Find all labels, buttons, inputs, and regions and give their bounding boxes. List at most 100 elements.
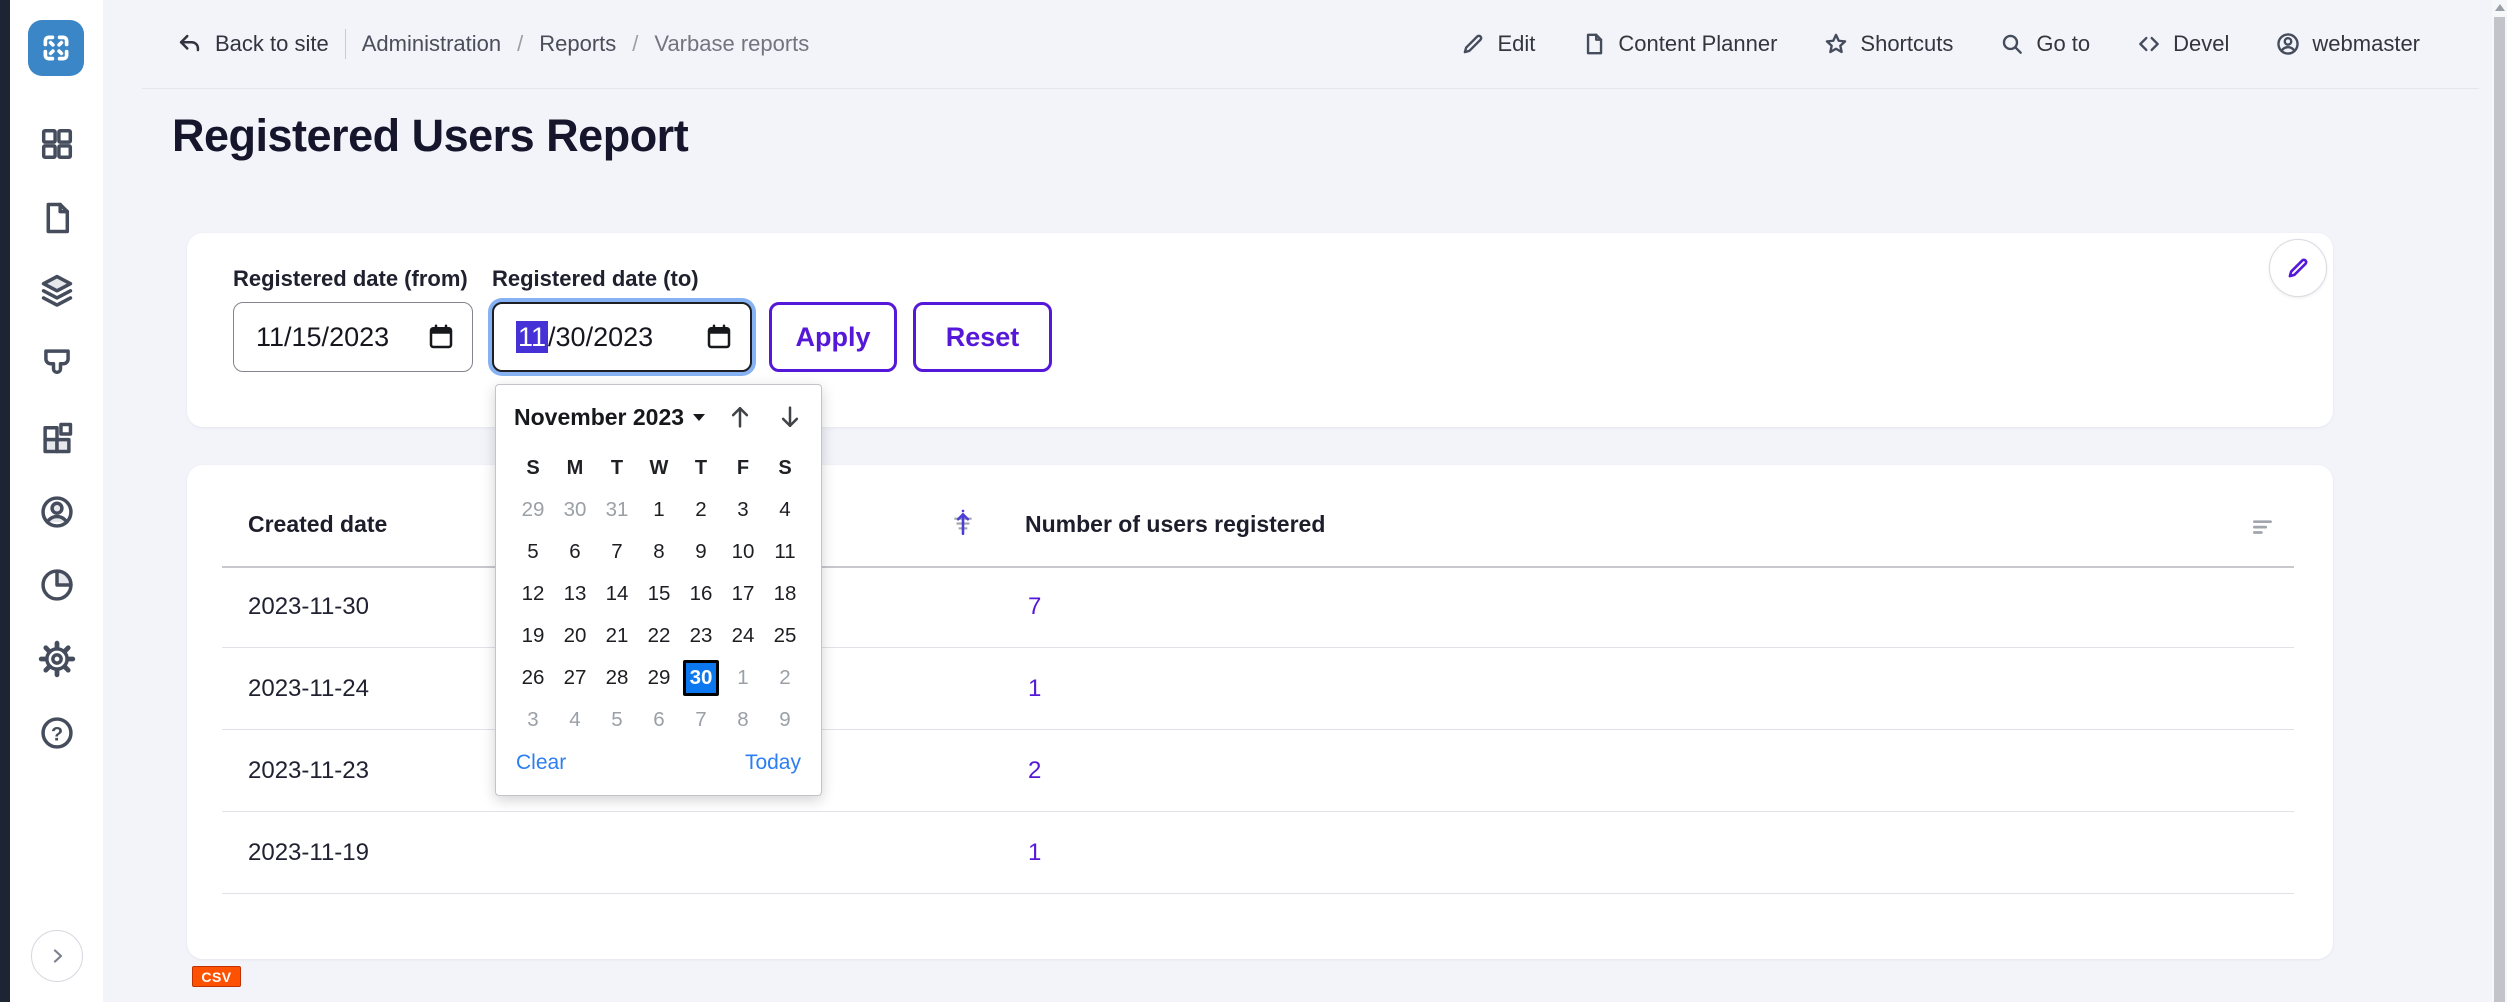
sort-ascending-icon[interactable]: [950, 509, 976, 537]
calendar-day[interactable]: 23: [680, 615, 722, 657]
csv-export-link[interactable]: CSV: [192, 966, 241, 987]
calendar-day[interactable]: 17: [722, 573, 764, 615]
calendar-day[interactable]: 9: [764, 699, 806, 741]
chevron-right-icon: [45, 944, 69, 968]
calendar-day[interactable]: 18: [764, 573, 806, 615]
calendar-day[interactable]: 7: [680, 699, 722, 741]
created-date-cell: 2023-11-30: [248, 593, 369, 621]
apply-button[interactable]: Apply: [769, 302, 897, 372]
calendar-day[interactable]: 8: [638, 531, 680, 573]
admin-sidebar: ?: [10, 0, 103, 1002]
users-registered-column-header[interactable]: Number of users registered: [1025, 511, 1325, 538]
calendar-day[interactable]: 8: [722, 699, 764, 741]
calendar-day[interactable]: 16: [680, 573, 722, 615]
calendar-day[interactable]: 2: [764, 657, 806, 699]
calendar-day[interactable]: 11: [764, 531, 806, 573]
calendar-days-grid: 2930311234567891011121314151617181920212…: [512, 489, 806, 741]
calendar-day[interactable]: 4: [764, 489, 806, 531]
date-picker-footer: Clear Today: [516, 751, 801, 775]
extend-blocks-icon[interactable]: [37, 418, 77, 458]
edit-menu-item[interactable]: Edit: [1460, 31, 1535, 57]
calendar-day[interactable]: 6: [638, 699, 680, 741]
calendar-day[interactable]: 5: [596, 699, 638, 741]
calendar-day[interactable]: 1: [638, 489, 680, 531]
calendar-icon: [704, 322, 734, 352]
content-file-icon[interactable]: [37, 198, 77, 238]
calendar-day[interactable]: 20: [554, 615, 596, 657]
breadcrumb-administration[interactable]: Administration: [362, 31, 501, 57]
calendar-day[interactable]: 12: [512, 573, 554, 615]
registered-count-link[interactable]: 7: [1028, 593, 1041, 621]
calendar-day[interactable]: 29: [638, 657, 680, 699]
registered-count-link[interactable]: 1: [1028, 675, 1041, 703]
appearance-paint-icon[interactable]: [37, 343, 77, 383]
calendar-day[interactable]: 22: [638, 615, 680, 657]
calendar-day[interactable]: 4: [554, 699, 596, 741]
calendar-day[interactable]: 13: [554, 573, 596, 615]
today-link[interactable]: Today: [745, 751, 801, 775]
configuration-gear-icon[interactable]: [37, 639, 77, 679]
table-options-icon[interactable]: [2250, 513, 2276, 539]
sidebar-expand-button[interactable]: [31, 930, 83, 982]
calendar-day[interactable]: 28: [596, 657, 638, 699]
calendar-day[interactable]: 10: [722, 531, 764, 573]
varbase-logo-icon[interactable]: [28, 20, 84, 76]
calendar-day[interactable]: 5: [512, 531, 554, 573]
calendar-day[interactable]: 29: [512, 489, 554, 531]
go-to-menu-item[interactable]: Go to: [1999, 31, 2090, 57]
scrollbar-thumb[interactable]: [2494, 17, 2505, 1002]
devel-menu-item[interactable]: Devel: [2136, 31, 2229, 57]
shortcuts-menu-item[interactable]: Shortcuts: [1823, 31, 1953, 57]
reports-pie-icon[interactable]: [37, 565, 77, 605]
date-picker-popup: November 2023 S M T W T F S 293031123456…: [495, 384, 822, 796]
structure-layers-icon[interactable]: [37, 270, 77, 310]
next-month-arrow-icon[interactable]: [775, 402, 805, 432]
registered-date-from-input[interactable]: 11/15/2023: [233, 302, 473, 372]
breadcrumb: Back to site Administration / Reports / …: [176, 0, 809, 88]
page-scrollbar: [2492, 0, 2507, 1002]
calendar-day[interactable]: 24: [722, 615, 764, 657]
pencil-icon: [1460, 31, 1486, 57]
calendar-day[interactable]: 1: [722, 657, 764, 699]
calendar-day[interactable]: 3: [722, 489, 764, 531]
created-date-column-header[interactable]: Created date: [248, 511, 387, 538]
user-account-menu-item[interactable]: webmaster: [2275, 31, 2420, 57]
breadcrumb-divider: [345, 29, 346, 59]
admin-page: ? Back to site Administration / Reports …: [0, 0, 2507, 1002]
content-planner-menu-item[interactable]: Content Planner: [1581, 31, 1777, 57]
calendar-day[interactable]: 9: [680, 531, 722, 573]
calendar-day[interactable]: 26: [512, 657, 554, 699]
calendar-day[interactable]: 31: [596, 489, 638, 531]
selected-month-segment: 11: [516, 321, 548, 353]
calendar-day[interactable]: 19: [512, 615, 554, 657]
registered-date-to-label: Registered date (to): [492, 266, 699, 292]
calendar-day[interactable]: 21: [596, 615, 638, 657]
calendar-day[interactable]: 14: [596, 573, 638, 615]
month-year-dropdown[interactable]: November 2023: [514, 404, 705, 431]
people-icon[interactable]: [37, 492, 77, 532]
registered-count-link[interactable]: 2: [1028, 757, 1041, 785]
registered-count-link[interactable]: 1: [1028, 839, 1041, 867]
clear-link[interactable]: Clear: [516, 751, 566, 775]
star-icon: [1823, 31, 1849, 57]
registered-date-to-input[interactable]: 11/30/2023: [492, 302, 752, 372]
scrollbar-up-button[interactable]: [2495, 4, 2505, 11]
calendar-day[interactable]: 7: [596, 531, 638, 573]
calendar-day[interactable]: 6: [554, 531, 596, 573]
calendar-day-selected[interactable]: 30: [680, 657, 722, 699]
calendar-day[interactable]: 27: [554, 657, 596, 699]
breadcrumb-reports[interactable]: Reports: [539, 31, 616, 57]
calendar-day[interactable]: 30: [554, 489, 596, 531]
previous-month-arrow-icon[interactable]: [725, 402, 755, 432]
calendar-day[interactable]: 2: [680, 489, 722, 531]
edit-view-button[interactable]: [2269, 239, 2327, 297]
help-icon[interactable]: ?: [37, 713, 77, 753]
dashboard-grid-icon[interactable]: [37, 124, 77, 164]
calendar-day[interactable]: 25: [764, 615, 806, 657]
admin-top-menu: Edit Content Planner Shortcuts Go to Dev…: [1460, 0, 2420, 88]
calendar-day[interactable]: 3: [512, 699, 554, 741]
breadcrumb-separator: /: [517, 31, 523, 57]
back-to-site-link[interactable]: Back to site: [176, 31, 329, 58]
reset-button[interactable]: Reset: [913, 302, 1052, 372]
calendar-day[interactable]: 15: [638, 573, 680, 615]
